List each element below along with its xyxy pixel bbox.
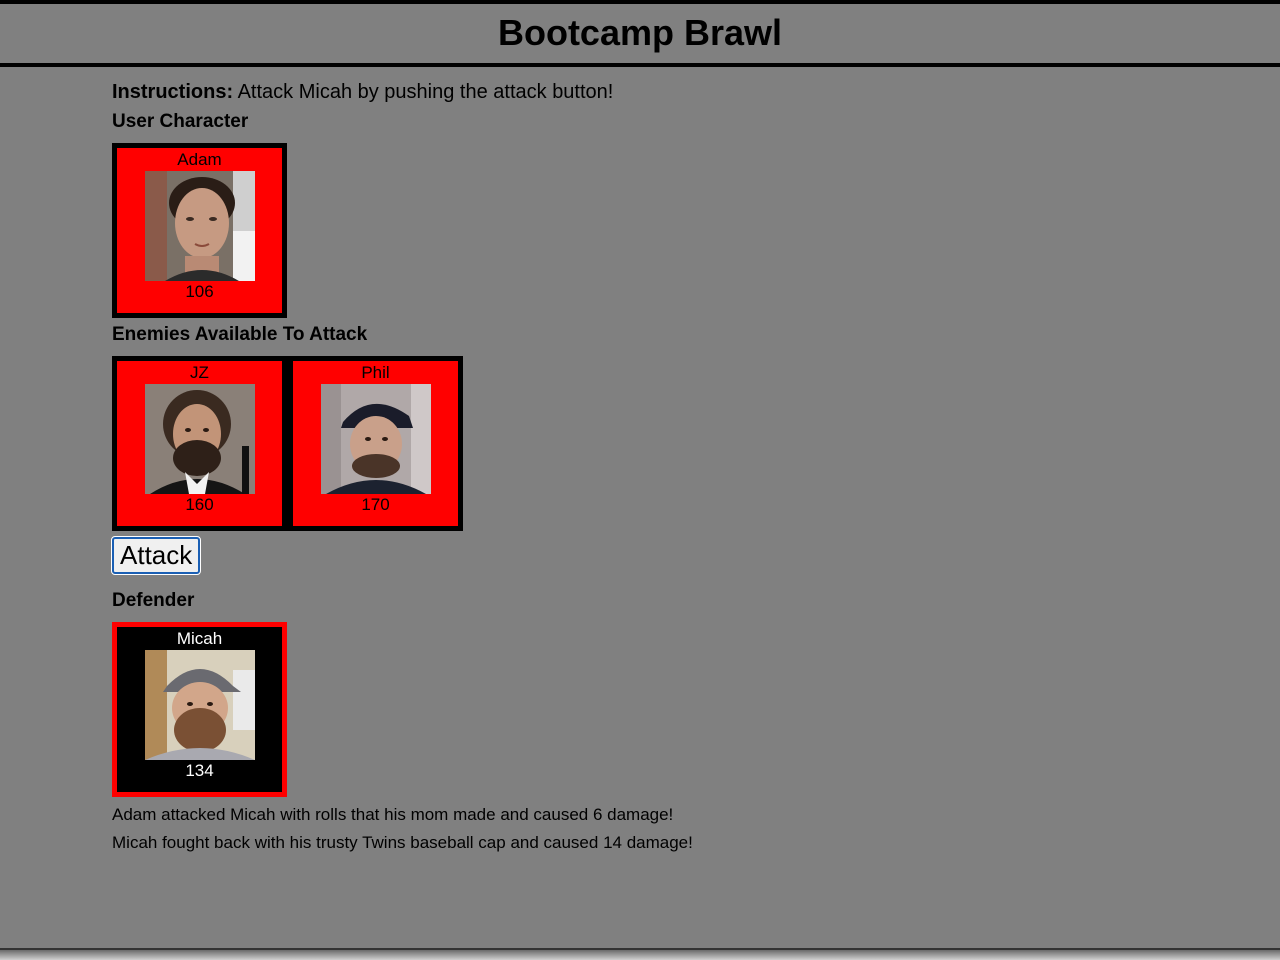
character-name: Micah — [176, 629, 223, 648]
battle-log-entry: Adam attacked Micah with rolls that his … — [112, 805, 674, 824]
character-card-phil[interactable]: Phil 170 — [293, 361, 458, 526]
character-hp: 134 — [185, 761, 214, 780]
page: Bootcamp Brawl Instructions: Attack Mica… — [0, 0, 1280, 960]
enemies-container: JZ 160 Phil 170 — [112, 356, 463, 531]
user-character-container: Adam 106 — [112, 143, 287, 318]
battle-log-entry: Micah fought back with his trusty Twins … — [112, 833, 693, 852]
jz-portrait — [144, 384, 255, 494]
character-card-micah[interactable]: Micah 134 — [117, 627, 282, 792]
character-card-adam[interactable]: Adam 106 — [117, 148, 282, 313]
character-hp: 170 — [361, 495, 390, 514]
character-card-jz[interactable]: JZ 160 — [117, 361, 282, 526]
user-character-heading: User Character — [112, 111, 249, 132]
defender-container: Micah 134 — [112, 622, 287, 797]
page-title: Bootcamp Brawl — [497, 12, 783, 53]
main-content: Instructions: Attack Micah by pushing th… — [110, 79, 1112, 857]
character-name: Phil — [361, 363, 390, 382]
character-hp: 160 — [185, 495, 214, 514]
instructions-text: Attack Micah by pushing the attack butto… — [237, 81, 614, 103]
header-bar: Bootcamp Brawl — [0, 0, 1280, 67]
instructions-label: Instructions: — [112, 81, 234, 103]
character-name: Adam — [177, 150, 222, 169]
footer-shadow — [0, 950, 1280, 960]
character-name: JZ — [190, 363, 209, 382]
defender-heading: Defender — [112, 590, 195, 611]
phil-portrait — [320, 384, 431, 494]
character-hp: 106 — [185, 282, 214, 301]
instructions: Instructions: Attack Micah by pushing th… — [112, 79, 1112, 105]
enemies-heading: Enemies Available To Attack — [112, 324, 368, 345]
adam-portrait — [144, 171, 255, 281]
micah-portrait — [144, 650, 255, 760]
attack-button[interactable]: Attack — [110, 536, 202, 575]
